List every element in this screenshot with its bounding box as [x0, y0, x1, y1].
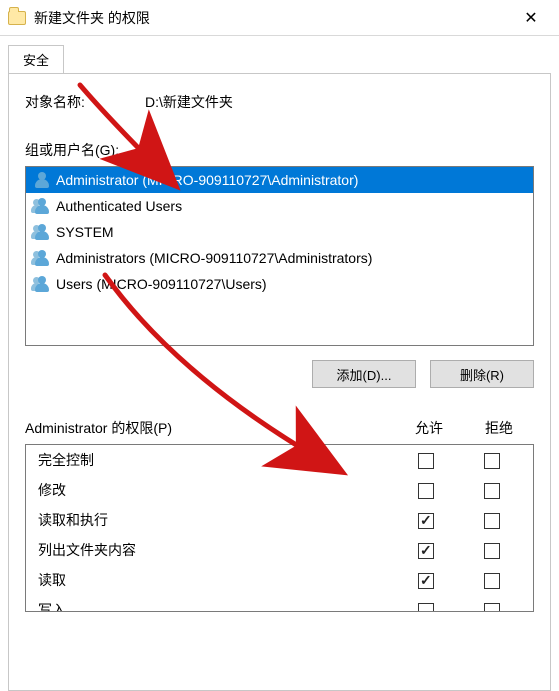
allow-column-header: 允许 [394, 418, 464, 438]
deny-checkbox[interactable] [484, 573, 500, 589]
permission-name: 读取 [34, 570, 393, 590]
deny-checkbox[interactable] [484, 453, 500, 469]
list-item[interactable]: Authenticated Users [26, 193, 533, 219]
permissions-header: Administrator 的权限(P) 允许 拒绝 [25, 418, 534, 438]
tab-panel: 对象名称: D:\新建文件夹 组或用户名(G): Administrator (… [8, 73, 551, 691]
list-item-label: SYSTEM [56, 224, 114, 240]
permission-row: 完全控制 [26, 445, 533, 475]
permission-name: 列出文件夹内容 [34, 540, 393, 560]
permissions-title: Administrator 的权限(P) [25, 418, 394, 438]
object-name-value: D:\新建文件夹 [145, 92, 233, 112]
allow-checkbox[interactable] [418, 483, 434, 499]
group-icon [32, 197, 50, 215]
object-name-row: 对象名称: D:\新建文件夹 [25, 92, 534, 112]
list-item[interactable]: Administrator (MICRO-909110727\Administr… [26, 167, 533, 193]
allow-checkbox[interactable] [418, 453, 434, 469]
allow-checkbox[interactable] [418, 543, 434, 559]
group-icon [32, 249, 50, 267]
permissions-list[interactable]: 完全控制修改读取和执行列出文件夹内容读取写入 [25, 444, 534, 612]
tab-strip: 安全 [0, 36, 559, 73]
group-icon [32, 275, 50, 293]
list-item-label: Authenticated Users [56, 198, 182, 214]
deny-checkbox[interactable] [484, 513, 500, 529]
deny-checkbox[interactable] [484, 603, 500, 612]
list-item[interactable]: SYSTEM [26, 219, 533, 245]
user-buttons-row: 添加(D)... 删除(R) [25, 360, 534, 388]
add-button[interactable]: 添加(D)... [312, 360, 416, 388]
group-icon [32, 223, 50, 241]
object-name-label: 对象名称: [25, 92, 145, 112]
permission-row: 列出文件夹内容 [26, 535, 533, 565]
remove-button[interactable]: 删除(R) [430, 360, 534, 388]
folder-icon [8, 11, 26, 25]
deny-checkbox[interactable] [484, 543, 500, 559]
allow-checkbox[interactable] [418, 513, 434, 529]
permission-row: 修改 [26, 475, 533, 505]
user-icon [32, 171, 50, 189]
allow-checkbox[interactable] [418, 573, 434, 589]
groups-users-label: 组或用户名(G): [25, 140, 534, 160]
window-title: 新建文件夹 的权限 [34, 8, 511, 28]
close-button[interactable]: ✕ [511, 8, 551, 28]
permission-name: 修改 [34, 480, 393, 500]
list-item[interactable]: Administrators (MICRO-909110727\Administ… [26, 245, 533, 271]
permission-name: 完全控制 [34, 450, 393, 470]
allow-checkbox[interactable] [418, 603, 434, 612]
permission-row: 写入 [26, 595, 533, 612]
permission-row: 读取和执行 [26, 505, 533, 535]
list-item-label: Administrators (MICRO-909110727\Administ… [56, 250, 372, 266]
titlebar: 新建文件夹 的权限 ✕ [0, 0, 559, 36]
permission-name: 写入 [34, 600, 393, 612]
permission-row: 读取 [26, 565, 533, 595]
deny-column-header: 拒绝 [464, 418, 534, 438]
users-listbox[interactable]: Administrator (MICRO-909110727\Administr… [25, 166, 534, 346]
permission-name: 读取和执行 [34, 510, 393, 530]
tab-security[interactable]: 安全 [8, 45, 64, 74]
list-item-label: Administrator (MICRO-909110727\Administr… [56, 172, 358, 188]
list-item[interactable]: Users (MICRO-909110727\Users) [26, 271, 533, 297]
list-item-label: Users (MICRO-909110727\Users) [56, 276, 267, 292]
deny-checkbox[interactable] [484, 483, 500, 499]
